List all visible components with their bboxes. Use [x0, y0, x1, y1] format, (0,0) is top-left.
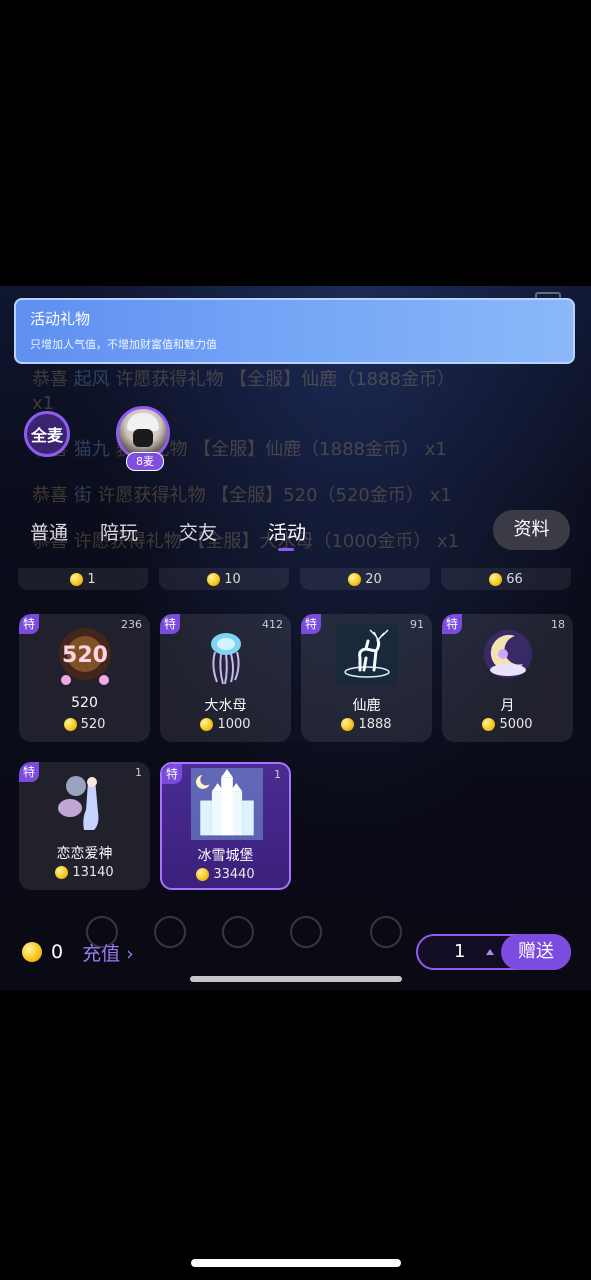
coin-icon — [200, 718, 214, 731]
prev-price[interactable]: 20 — [300, 568, 430, 590]
prev-price[interactable]: 1 — [18, 568, 148, 590]
gift-name: 仙鹿 — [352, 698, 381, 714]
coin-icon — [207, 572, 221, 586]
chat-line: 恭喜 猫九 获得礼物 【全服】仙鹿（1888金币） x1 — [32, 439, 447, 460]
quantity-value[interactable]: 1 — [454, 941, 465, 962]
coin-icon — [341, 718, 355, 731]
coin-balance: 0 充值 › — [22, 939, 134, 966]
previous-row-prices: 1 10 20 66 — [18, 568, 574, 594]
chevron-up-icon[interactable] — [486, 949, 494, 955]
gift-count: 91 — [410, 618, 424, 631]
banner-title: 活动礼物 — [30, 310, 91, 328]
gift-count: 412 — [262, 618, 283, 631]
gift-card-520[interactable]: 特 236 520 520 520 — [19, 614, 150, 742]
special-tag: 特 — [19, 762, 39, 782]
speaker-icon — [290, 916, 322, 948]
gift-price: 5000 — [442, 717, 573, 732]
special-tag: 特 — [19, 614, 39, 634]
gift-name: 恋恋爱神 — [56, 846, 113, 862]
recharge-link[interactable]: 充值 › — [82, 939, 134, 966]
profile-button[interactable]: 资料 — [493, 510, 570, 550]
special-tag: 特 — [160, 614, 180, 634]
gift-price: 13140 — [19, 865, 150, 880]
special-tag: 特 — [301, 614, 321, 634]
activity-banner: 活动礼物 只增加人气值，不增加财富值和魅力值 — [14, 298, 575, 364]
quantity-send-group: 1 赠送 — [416, 934, 571, 970]
special-tag: 特 — [162, 764, 182, 784]
all-mic-button[interactable]: 全麦 — [24, 411, 70, 457]
coin-icon — [489, 572, 503, 586]
hearts-520-icon: 520 — [59, 628, 111, 685]
seat-badge: 8麦 — [126, 452, 164, 471]
jellyfish-icon — [211, 633, 241, 685]
tab-activity[interactable]: 活动 — [268, 518, 306, 545]
gift-price: 520 — [19, 717, 150, 732]
gift-count: 236 — [121, 618, 142, 631]
gift-price: 1000 — [160, 717, 291, 732]
coin-icon — [70, 572, 84, 586]
special-tag: 特 — [442, 614, 462, 634]
coin-icon — [482, 718, 496, 731]
gift-name: 冰雪城堡 — [197, 848, 254, 864]
deer-icon — [336, 624, 398, 686]
gift-name: 月 — [500, 698, 515, 714]
balance-value: 0 — [51, 941, 64, 963]
gift-panel: 恭喜 起风 许愿获得礼物 【全服】仙鹿（1888金币） x1 恭喜 猫九 获得礼… — [0, 286, 591, 990]
mic-seat-8[interactable]: 8麦 — [116, 406, 174, 472]
chat-line: 恭喜 许愿获得礼物 【全服】大水母（1000金币） x1 — [32, 531, 460, 552]
coin-icon — [63, 718, 77, 731]
gift-price: 33440 — [162, 867, 289, 882]
gift-card-cupid[interactable]: 特 1 恋恋爱神 13140 — [19, 762, 150, 890]
chat-line: 恭喜 起风 许愿获得礼物 【全服】仙鹿（1888金币） x1 — [32, 369, 455, 414]
ice-castle-icon — [191, 768, 263, 840]
tab-normal[interactable]: 普通 — [30, 518, 68, 545]
gift-card-jellyfish[interactable]: 特 412 大水母 1000 — [160, 614, 291, 742]
send-button[interactable]: 赠送 — [501, 934, 571, 970]
svg-text:520: 520 — [62, 643, 108, 668]
prev-price[interactable]: 66 — [441, 568, 571, 590]
home-indicator[interactable] — [191, 1259, 401, 1267]
prev-price[interactable]: 10 — [159, 568, 289, 590]
mic-icon — [222, 916, 254, 948]
gift-card-moon[interactable]: 特 18 月 5000 — [442, 614, 573, 742]
gift-name: 大水母 — [204, 698, 247, 714]
coin-icon — [348, 572, 362, 586]
banner-subtitle: 只增加人气值，不增加财富值和魅力值 — [30, 338, 217, 351]
tab-friends[interactable]: 交友 — [179, 518, 217, 545]
cupid-icon — [58, 776, 99, 830]
gift-count: 1 — [135, 766, 142, 779]
moon-icon — [484, 630, 532, 678]
active-tab-indicator — [278, 548, 294, 551]
chat-bubble-icon — [154, 916, 186, 948]
gift-card-ice-castle[interactable]: 特 1 冰雪城堡 33440 — [160, 762, 291, 890]
coin-icon — [196, 868, 210, 881]
gift-card-deer[interactable]: 特 91 仙鹿 1888 — [301, 614, 432, 742]
gift-count: 18 — [551, 618, 565, 631]
panel-home-indicator — [190, 976, 402, 982]
coin-icon — [55, 866, 69, 879]
gift-price: 1888 — [301, 717, 432, 732]
coin-icon — [22, 942, 42, 962]
gift-count: 1 — [274, 768, 281, 781]
emoji-icon — [370, 916, 402, 948]
gift-name: 520 — [71, 695, 98, 711]
chat-line: 恭喜 街 许愿获得礼物 【全服】520（520金币） x1 — [32, 485, 452, 506]
tab-companion[interactable]: 陪玩 — [100, 518, 138, 545]
